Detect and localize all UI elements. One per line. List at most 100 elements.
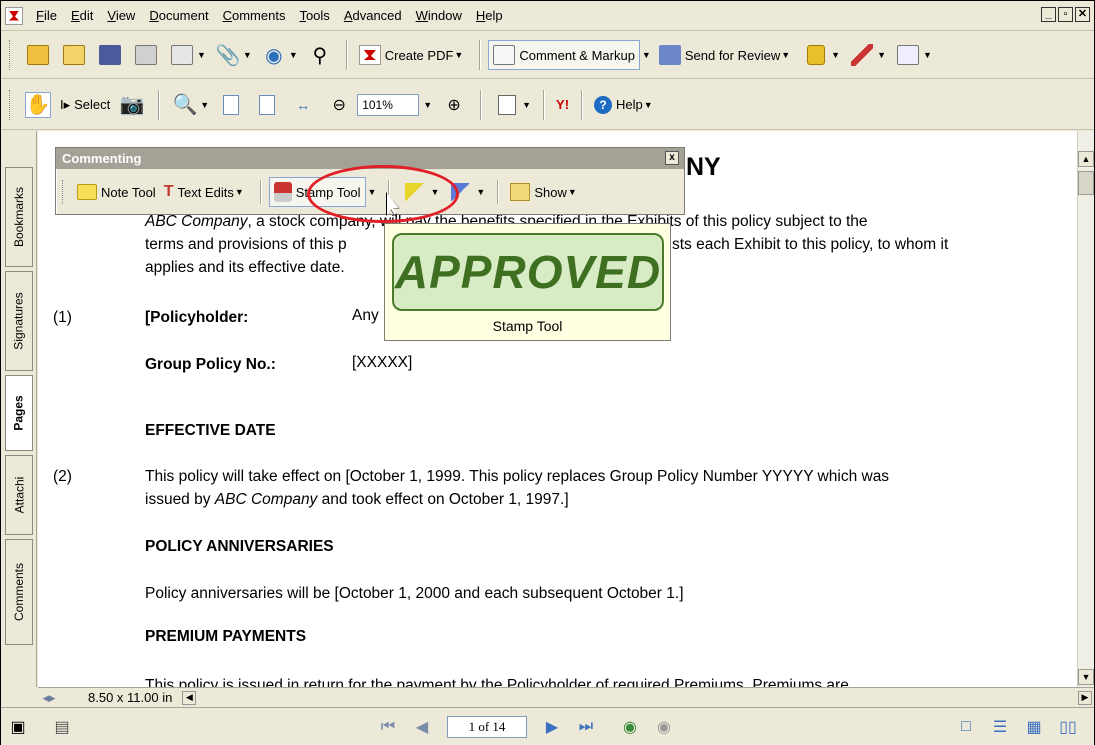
close-icon[interactable]: ✕ xyxy=(1075,7,1090,22)
toolbar-separator xyxy=(543,89,545,120)
actual-size-icon[interactable] xyxy=(218,92,244,118)
toolbar-separator xyxy=(497,180,499,204)
rotate-view-icon[interactable] xyxy=(494,92,520,118)
email-icon[interactable]: ◉ xyxy=(261,42,287,68)
chevron-down-icon[interactable]: ▼ xyxy=(197,50,206,60)
open-icon[interactable] xyxy=(25,42,51,68)
tab-bookmarks[interactable]: Bookmarks xyxy=(5,167,33,267)
resize-handle-icon[interactable]: ◂▸ xyxy=(38,690,60,706)
close-icon[interactable]: x xyxy=(665,151,679,165)
menu-help[interactable]: Help xyxy=(469,8,510,23)
previous-page-icon[interactable]: ◀ xyxy=(411,716,433,738)
pen-icon[interactable] xyxy=(849,42,875,68)
select-tool-button[interactable]: I▸ Select xyxy=(56,90,114,120)
send-for-review-button[interactable]: Send for Review ▼ xyxy=(655,40,798,70)
doc-para2-line2: issued by ABC Company and took effect on… xyxy=(145,491,569,509)
single-page-icon[interactable]: □ xyxy=(955,716,977,738)
menu-view[interactable]: View xyxy=(100,8,142,23)
show-button[interactable]: Show ▼ xyxy=(506,177,584,207)
tab-pages[interactable]: Pages xyxy=(5,375,33,451)
basic-toolbar: ✋ I▸ Select 📷 🔍▼ ↔ ⊖ ▼ ⊕ ▼ Y! ? Help ▼ xyxy=(1,80,1094,130)
tasks-icon[interactable] xyxy=(169,42,195,68)
scroll-thumb[interactable] xyxy=(1078,171,1094,195)
first-page-icon[interactable]: ⏮ xyxy=(377,716,399,738)
comment-markup-button[interactable]: Comment & Markup xyxy=(488,40,640,70)
send-for-review-label: Send for Review xyxy=(684,47,781,63)
zoom-input[interactable] xyxy=(357,93,420,116)
chevron-down-icon[interactable]: ▼ xyxy=(923,50,932,60)
group-policy-value: [XXXXX] xyxy=(352,354,413,371)
chevron-down-icon[interactable]: ▼ xyxy=(642,50,651,60)
chevron-down-icon[interactable]: ▼ xyxy=(289,50,298,60)
lock-icon[interactable] xyxy=(803,42,829,68)
menu-advanced[interactable]: Advanced xyxy=(337,8,409,23)
tooltip-label: Stamp Tool xyxy=(492,318,563,334)
chevron-down-icon[interactable]: ▼ xyxy=(877,50,886,60)
tab-attachments-label: Attachi xyxy=(12,476,26,514)
chevron-down-icon[interactable]: ▼ xyxy=(200,100,209,110)
last-page-icon[interactable]: ⏭ xyxy=(575,716,597,738)
restore-icon[interactable]: ▫ xyxy=(1058,7,1073,22)
zoom-plus-icon[interactable]: ⊕ xyxy=(441,92,467,118)
next-page-icon[interactable]: ▶ xyxy=(541,716,563,738)
fit-page-icon[interactable] xyxy=(254,92,280,118)
toolbar-grip[interactable] xyxy=(9,40,12,70)
chevron-down-icon[interactable]: ▼ xyxy=(243,50,252,60)
toolbar-grip[interactable] xyxy=(62,180,65,204)
tab-attachments[interactable]: Attachi xyxy=(5,455,33,535)
menu-document[interactable]: Document xyxy=(142,8,215,23)
scroll-right-icon[interactable]: ▶ xyxy=(1078,690,1092,705)
fit-width-icon[interactable]: ↔ xyxy=(290,92,316,118)
select-label: Select xyxy=(74,97,111,112)
para2-text-c: and took effect on October 1, 1997.] xyxy=(317,491,569,508)
chevron-down-icon: ▼ xyxy=(781,50,791,60)
page-number-field[interactable]: 1 of 14 xyxy=(447,715,527,738)
page-options-icon[interactable]: ▤ xyxy=(51,716,73,738)
camera-icon[interactable]: 📷 xyxy=(119,92,145,118)
chevron-down-icon[interactable]: ▼ xyxy=(831,50,840,60)
go-back-icon[interactable]: ◉ xyxy=(619,716,641,738)
chevron-down-icon[interactable]: ▼ xyxy=(476,187,485,197)
yahoo-search-button[interactable]: Y! xyxy=(552,90,573,120)
hand-icon[interactable]: ✋ xyxy=(25,91,51,118)
scroll-down-icon[interactable]: ▼ xyxy=(1078,669,1094,685)
tab-pages-label: Pages xyxy=(12,395,27,431)
save-icon[interactable] xyxy=(97,42,123,68)
print-icon[interactable] xyxy=(133,42,159,68)
text-edits-button[interactable]: T Text Edits ▼ xyxy=(160,177,252,207)
document-icon[interactable] xyxy=(895,42,921,68)
tab-signatures[interactable]: Signatures xyxy=(5,271,33,371)
doc-title: NY xyxy=(686,153,721,181)
policyholder-label: [Policyholder: xyxy=(145,309,249,326)
attach-icon[interactable]: 📎 xyxy=(215,42,241,68)
monitor-icon[interactable]: ▣ xyxy=(7,716,29,738)
scroll-up-icon[interactable]: ▲ xyxy=(1078,151,1094,167)
zoom-out-icon[interactable]: ⊖ xyxy=(326,92,352,118)
effective-date-heading: EFFECTIVE DATE xyxy=(145,422,276,439)
chevron-down-icon[interactable]: ▼ xyxy=(522,100,531,110)
menu-edit[interactable]: Edit xyxy=(64,8,100,23)
go-forward-icon[interactable]: ◉ xyxy=(653,716,675,738)
menu-tools[interactable]: Tools xyxy=(292,8,336,23)
continuous-page-icon[interactable]: ☰ xyxy=(989,716,1011,738)
tab-comments[interactable]: Comments xyxy=(5,539,33,645)
binoculars-icon[interactable]: ⚲ xyxy=(307,42,333,68)
menu-file[interactable]: File xyxy=(29,8,64,23)
help-button[interactable]: ? Help ▼ xyxy=(590,90,661,120)
chevron-down-icon[interactable]: ▼ xyxy=(423,100,432,110)
continuous-facing-icon[interactable]: ▯▯ xyxy=(1057,716,1079,738)
chevron-down-icon: ▼ xyxy=(454,50,464,60)
menu-window[interactable]: Window xyxy=(409,8,469,23)
menu-comments[interactable]: Comments xyxy=(216,8,293,23)
toolbar-grip[interactable] xyxy=(9,89,12,120)
chevron-down-icon: ▼ xyxy=(567,187,577,197)
note-tool-button[interactable]: Note Tool xyxy=(73,177,160,207)
acrobat-app-icon[interactable] xyxy=(5,6,23,25)
organizer-icon[interactable] xyxy=(61,42,87,68)
vertical-scrollbar[interactable]: ▲ ▼ xyxy=(1077,131,1094,687)
zoom-in-icon[interactable]: 🔍 xyxy=(172,92,198,118)
scroll-left-icon[interactable]: ◀ xyxy=(182,690,197,705)
facing-pages-icon[interactable]: ▦ xyxy=(1023,716,1045,738)
create-pdf-button[interactable]: Create PDF ▼ xyxy=(355,40,472,70)
minimize-icon[interactable]: _ xyxy=(1041,7,1056,22)
